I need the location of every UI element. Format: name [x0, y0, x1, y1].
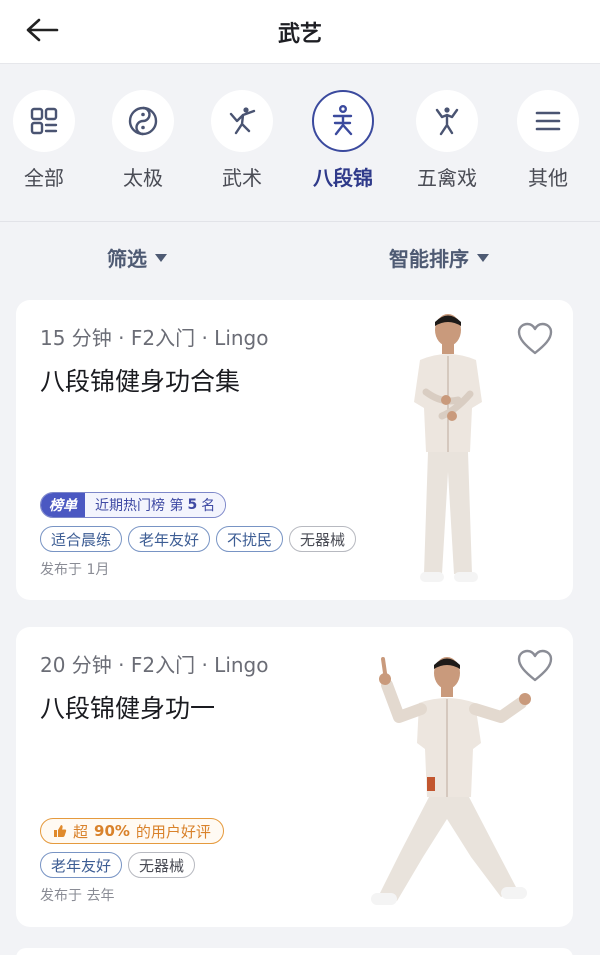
category-other[interactable]: 其他: [498, 90, 598, 191]
rating-badge: 超 90% 的用户好评: [40, 818, 224, 844]
category-label: 全部: [24, 166, 64, 190]
category-other-circle: [517, 90, 579, 152]
category-all-circle: [13, 90, 75, 152]
filter-bar: 筛选 智能排序: [0, 223, 600, 287]
category-bar: 全部 太极 武术 八段锦 五禽戏 其他: [0, 64, 600, 222]
publish-date: 发布于 1月: [40, 562, 110, 578]
caret-down-icon: [155, 253, 167, 262]
top-header: 武艺: [0, 0, 600, 64]
category-label: 太极: [123, 166, 163, 190]
rank-tag: 榜单: [41, 493, 85, 517]
yin-yang-icon: [128, 106, 158, 136]
menu-icon: [535, 111, 561, 131]
tag: 无器械: [128, 852, 196, 878]
sort-dropdown[interactable]: 智能排序: [389, 243, 489, 272]
course-meta: 15 分钟 · F2入门 · Lingo: [40, 326, 269, 350]
martial-arts-icon: [229, 107, 256, 135]
category-wushu-circle: [211, 90, 273, 152]
course-card[interactable]: 15 分钟 · F2入门 · Lingo 八段锦健身功合集 榜单 近期热门榜 第…: [16, 300, 573, 600]
tag: 适合晨练: [40, 526, 123, 552]
category-taiji-circle: [112, 90, 174, 152]
rating-prefix: 超: [73, 822, 89, 841]
category-baduanjin-circle: [312, 90, 374, 152]
course-meta: 20 分钟 · F2入门 · Lingo: [40, 653, 269, 677]
category-label: 其他: [528, 166, 568, 190]
tag: 不扰民: [216, 526, 284, 552]
category-wuqinxi[interactable]: 五禽戏: [397, 90, 497, 191]
rating-percent: 90%: [94, 822, 130, 840]
category-wuqinxi-circle: [416, 90, 478, 152]
category-label-active: 八段锦: [313, 166, 373, 190]
tag-list: 适合晨练 老年友好 不扰民 无器械: [40, 526, 357, 552]
filter-label: 筛选: [107, 247, 147, 271]
tag-list: 老年友好 无器械: [40, 852, 196, 878]
rank-suffix: 名: [201, 498, 216, 514]
rating-text: 的用户好评: [135, 822, 211, 841]
baduanjin-icon: [332, 105, 353, 136]
category-wushu[interactable]: 武术: [192, 90, 292, 191]
category-baduanjin[interactable]: 八段锦: [293, 90, 393, 191]
publish-date: 发布于 去年: [40, 888, 115, 904]
course-card[interactable]: 20 分钟 · F2入门 · Lingo 八段锦健身功一 超 90% 的用户好评…: [16, 627, 573, 927]
favorite-button[interactable]: [517, 322, 553, 356]
rank-number: 5: [187, 497, 198, 513]
rank-text: 近期热门榜 第: [95, 498, 184, 514]
course-title: 八段锦健身功一: [40, 694, 216, 723]
filter-dropdown[interactable]: 筛选: [107, 243, 167, 272]
caret-down-icon: [477, 253, 489, 262]
tag: 无器械: [289, 526, 357, 552]
rank-badge: 榜单 近期热门榜 第 5 名: [40, 492, 227, 518]
category-label: 五禽戏: [417, 166, 477, 190]
rank-text-group: 近期热门榜 第 5 名: [85, 493, 226, 517]
sort-label: 智能排序: [389, 247, 469, 271]
page-title: 武艺: [277, 22, 322, 47]
course-title: 八段锦健身功合集: [40, 367, 241, 396]
instructor-image: [351, 651, 541, 925]
heart-outline-icon: [517, 649, 553, 682]
category-taiji[interactable]: 太极: [93, 90, 193, 191]
wuqinxi-icon: [435, 107, 459, 136]
heart-outline-icon: [517, 322, 553, 355]
instructor-image: [386, 312, 506, 598]
tag: 老年友好: [40, 852, 123, 878]
tag: 老年友好: [128, 526, 211, 552]
thumbs-up-icon: [54, 825, 67, 837]
grid-icon: [30, 107, 58, 135]
category-label: 武术: [222, 166, 262, 190]
favorite-button[interactable]: [517, 649, 553, 683]
course-card-partial[interactable]: [16, 948, 573, 955]
category-all[interactable]: 全部: [0, 90, 94, 191]
